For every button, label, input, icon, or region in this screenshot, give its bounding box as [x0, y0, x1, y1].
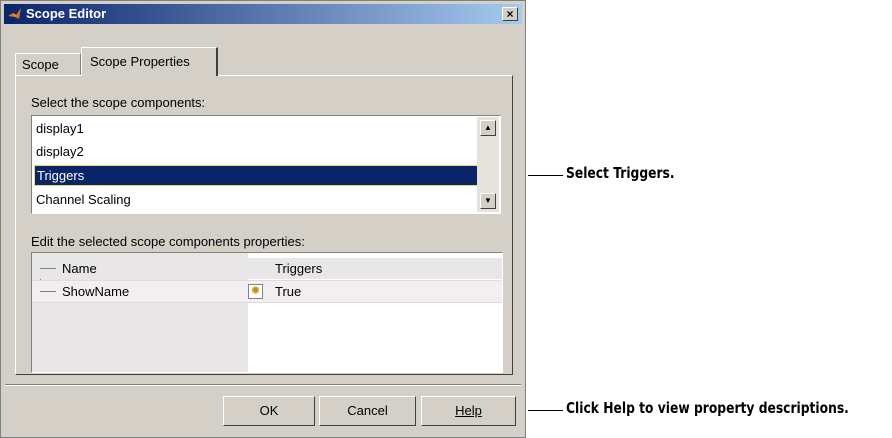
cancel-button[interactable]: Cancel — [319, 396, 416, 426]
triangle-down-icon: ▼ — [484, 196, 492, 205]
lightbulb-icon[interactable]: ✺ — [248, 284, 263, 299]
title-bar[interactable]: Scope Editor × — [4, 4, 522, 24]
tab-scope[interactable]: Scope — [15, 53, 81, 75]
list-item-triggers[interactable]: Triggers — [34, 165, 480, 186]
property-name: Name — [62, 261, 97, 276]
button-separator — [5, 384, 521, 386]
callout-line-help — [528, 410, 563, 411]
property-grid[interactable]: Name Triggers ShowName ✺ True — [31, 252, 503, 373]
tree-branch — [40, 291, 56, 292]
list-item-display2[interactable]: display2 — [34, 141, 480, 162]
ok-button[interactable]: OK — [223, 396, 315, 426]
components-listbox[interactable]: display1 display2 Triggers Channel Scali… — [31, 115, 501, 214]
scope-editor-window: Scope Editor × Scope Scope Properties Se… — [0, 0, 526, 438]
tab-scope-properties[interactable]: Scope Properties — [81, 47, 218, 76]
vertical-scrollbar[interactable]: ▲ ▼ — [477, 117, 499, 212]
matlab-logo-icon — [8, 8, 21, 19]
property-row-name[interactable]: Name Triggers — [32, 258, 502, 279]
tree-branch — [40, 268, 56, 269]
scroll-up-button[interactable]: ▲ — [480, 120, 496, 136]
property-row-showname[interactable]: ShowName ✺ True — [32, 280, 502, 303]
callout-select-triggers: Select Triggers. — [566, 164, 675, 182]
triangle-up-icon: ▲ — [484, 123, 492, 132]
help-button[interactable]: Help — [421, 396, 516, 426]
window-title: Scope Editor — [26, 6, 107, 21]
close-icon: × — [506, 7, 514, 21]
property-name: ShowName — [62, 284, 130, 299]
properties-label: Edit the selected scope components prope… — [31, 234, 305, 249]
callout-line-triggers — [528, 175, 563, 176]
callout-click-help: Click Help to view property descriptions… — [566, 399, 849, 417]
help-label: Help — [455, 403, 482, 418]
components-label: Select the scope components: — [31, 95, 206, 110]
property-value[interactable]: Triggers — [275, 258, 322, 279]
list-item-channel-scaling[interactable]: Channel Scaling — [34, 189, 480, 210]
close-button[interactable]: × — [502, 7, 518, 21]
scroll-down-button[interactable]: ▼ — [480, 193, 496, 209]
property-value[interactable]: True — [275, 281, 301, 302]
list-item-display1[interactable]: display1 — [34, 118, 480, 139]
